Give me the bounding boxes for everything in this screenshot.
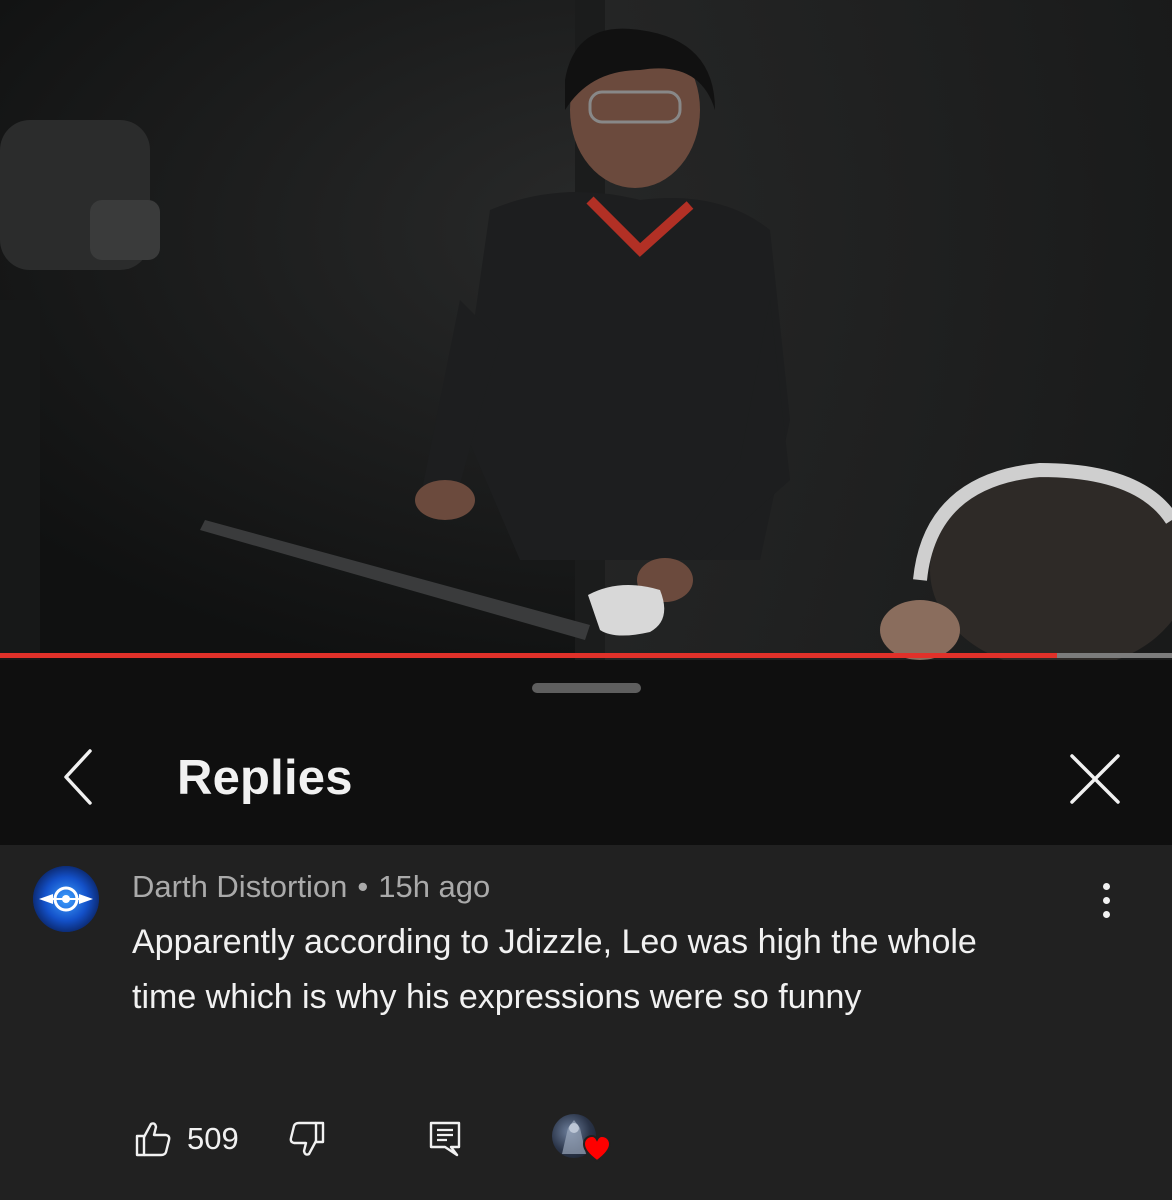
controller-shape (588, 585, 665, 636)
author-avatar-icon (33, 866, 99, 932)
thumbs-down-icon (289, 1121, 325, 1156)
heart-icon (582, 1134, 612, 1163)
drag-handle[interactable] (532, 683, 641, 693)
comment-author[interactable]: Darth Distortion (132, 869, 347, 904)
comment-time: 15h ago (378, 869, 491, 904)
comment-text: Apparently according to Jdizzle, Leo was… (132, 923, 977, 1016)
comment-meta: Darth Distortion • 15h ago (132, 868, 490, 906)
video-frame (0, 0, 1172, 660)
more-options-button[interactable] (1086, 878, 1126, 922)
close-icon (1070, 754, 1120, 804)
more-vertical-icon (1102, 882, 1110, 918)
thumbs-up-icon (135, 1122, 171, 1157)
replies-panel: Replies Darth Distortion • 15h ago Appar… (0, 660, 1172, 1200)
panel-title: Replies (177, 751, 353, 805)
back-button[interactable] (48, 742, 108, 812)
reply-icon (429, 1121, 461, 1157)
progress-fill (0, 653, 1058, 658)
progress-bar[interactable] (0, 653, 1172, 658)
video-player[interactable] (0, 0, 1172, 660)
youtube-replies-screen: Replies Darth Distortion • 15h ago Appar… (0, 0, 1172, 1200)
dislike-button[interactable] (284, 1116, 330, 1162)
creator-heart[interactable] (552, 1114, 612, 1170)
like-count: 509 (187, 1121, 239, 1156)
meta-separator: • (357, 869, 369, 904)
panel-header: Replies (0, 660, 1172, 845)
reply-button[interactable] (422, 1116, 468, 1162)
avatar[interactable] (33, 866, 99, 932)
like-button[interactable] (130, 1116, 176, 1162)
close-button[interactable] (1058, 742, 1132, 816)
chevron-left-icon (64, 749, 92, 805)
